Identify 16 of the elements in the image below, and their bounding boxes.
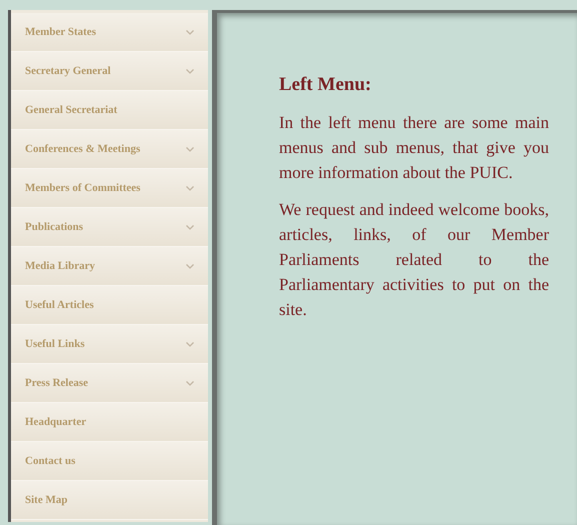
- menu-item[interactable]: Site Map: [11, 481, 208, 520]
- menu-item[interactable]: Contact us: [11, 442, 208, 481]
- menu-item[interactable]: Member States: [11, 13, 208, 52]
- menu-item[interactable]: Useful Links: [11, 325, 208, 364]
- menu-item[interactable]: Media Library: [11, 247, 208, 286]
- paragraph: We request and indeed welcome books, articles, links, of our Member Parliaments related to the Parliamentary activities to put on the site.: [279, 198, 549, 320]
- menu-item[interactable]: General Secretariat: [11, 91, 208, 130]
- menu-item[interactable]: Publications: [11, 208, 208, 247]
- paragraph: In the left menu there are some main menus and sub menus, that give you more information about the PUIC.: [279, 112, 549, 184]
- content-heading: Left Menu:: [279, 73, 372, 97]
- menu-item[interactable]: Members of Committees: [11, 169, 208, 208]
- menu-item[interactable]: Conferences & Meetings: [11, 130, 208, 169]
- menu-item[interactable]: Headquarter: [11, 403, 208, 442]
- menu-item[interactable]: Secretary General: [11, 52, 208, 91]
- menu-item[interactable]: Press Release: [11, 364, 208, 403]
- menu-item[interactable]: Useful Articles: [11, 286, 208, 325]
